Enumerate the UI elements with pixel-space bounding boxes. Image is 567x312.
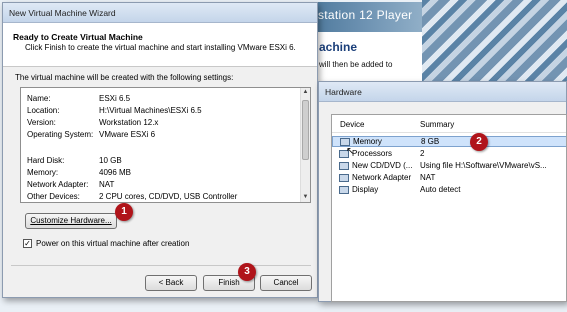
hardware-row-processors[interactable]: Processors 2 — [332, 149, 566, 160]
device-summary: NAT — [420, 173, 436, 182]
device-name: Network Adapter — [352, 173, 412, 182]
background-heading: achine — [319, 40, 358, 54]
setting-value: 4096 MB — [99, 168, 132, 177]
setting-value: ESXi 6.5 — [99, 94, 131, 103]
cd-dvd-icon — [339, 162, 349, 170]
device-summary: 8 GB — [421, 137, 440, 146]
hardware-row-cd-dvd[interactable]: New CD/DVD (... Using file H:\Software\V… — [332, 161, 566, 172]
device-summary: 2 — [420, 149, 425, 158]
wizard-page-subtitle: Click Finish to create the virtual machi… — [25, 43, 296, 52]
step-marker-1: 1 — [115, 203, 133, 221]
hardware-row-memory[interactable]: Memory 8 GB — [332, 136, 566, 147]
memory-icon — [340, 138, 350, 146]
back-button[interactable]: < Back — [145, 275, 197, 291]
power-on-checkbox[interactable]: ✓ — [23, 239, 32, 249]
device-name: Display — [352, 185, 379, 194]
display-icon — [339, 186, 349, 194]
step-marker-3: 3 — [238, 263, 256, 281]
scroll-down-arrow-icon[interactable]: ▼ — [301, 193, 310, 202]
setting-value: 10 GB — [99, 156, 122, 165]
setting-key: Name: — [27, 94, 51, 103]
setting-key: Hard Disk: — [27, 156, 65, 165]
hardware-list-header: Device Summary — [332, 115, 566, 133]
settings-intro-text: The virtual machine will be created with… — [15, 73, 234, 82]
setting-value: H:\Virtual Machines\ESXi 6.5 — [99, 106, 202, 115]
setting-value: NAT — [99, 180, 115, 189]
hardware-row-display[interactable]: Display Auto detect — [332, 185, 566, 196]
column-header-summary[interactable]: Summary — [420, 120, 454, 129]
background-image — [422, 0, 567, 85]
wizard-page-title: Ready to Create Virtual Machine — [13, 32, 143, 42]
scrollbar-thumb[interactable] — [302, 100, 309, 160]
setting-key: Version: — [27, 118, 56, 127]
setting-value: Workstation 12.x — [99, 118, 159, 127]
setting-key: Network Adapter: — [27, 180, 89, 189]
device-summary: Auto detect — [420, 185, 461, 194]
hardware-window: Hardware Device Summary Memory 8 GB Proc… — [318, 81, 567, 302]
setting-value: VMware ESXi 6 — [99, 130, 156, 139]
customize-hardware-button[interactable]: Customize Hardware... — [25, 213, 117, 229]
setting-key: Memory: — [27, 168, 59, 177]
background-text: will then be added to — [319, 60, 393, 69]
setting-key: Other Devices: — [27, 192, 80, 201]
setting-value: 2 CPU cores, CD/DVD, USB Controller — [99, 192, 238, 201]
settings-summary-box[interactable]: Name: ESXi 6.5 Location: H:\Virtual Machin… — [20, 87, 311, 203]
hardware-row-network-adapter[interactable]: Network Adapter NAT — [332, 173, 566, 184]
wizard-footer-divider — [11, 265, 311, 266]
cancel-button[interactable]: Cancel — [260, 275, 312, 291]
scroll-up-arrow-icon[interactable]: ▲ — [301, 88, 310, 97]
mouse-cursor-icon: ↖ — [346, 146, 355, 157]
wizard-titlebar[interactable]: New Virtual Machine Wizard — [3, 3, 317, 23]
new-vm-wizard-window: New Virtual Machine Wizard Ready to Crea… — [2, 2, 318, 298]
setting-key: Operating System: — [27, 130, 94, 139]
customize-hardware-label: Customize Hardware... — [30, 216, 112, 225]
settings-scrollbar[interactable]: ▲ ▼ — [300, 88, 310, 202]
device-name: Memory — [353, 137, 382, 146]
network-icon — [339, 174, 349, 182]
hardware-titlebar[interactable]: Hardware — [319, 82, 566, 102]
device-summary: Using file H:\Software\VMware\vS... — [420, 161, 547, 170]
step-marker-2: 2 — [470, 133, 488, 151]
power-on-checkbox-row[interactable]: ✓ Power on this virtual machine after cre… — [23, 239, 189, 249]
setting-key: Location: — [27, 106, 60, 115]
device-name: Processors — [352, 149, 393, 158]
device-name: New CD/DVD (... — [352, 161, 413, 170]
power-on-label[interactable]: Power on this virtual machine after crea… — [36, 239, 189, 248]
wizard-header: Ready to Create Virtual Machine Click Fi… — [3, 23, 317, 67]
column-header-device[interactable]: Device — [340, 120, 364, 129]
hardware-device-list[interactable]: Device Summary Memory 8 GB Processors 2 … — [331, 114, 567, 302]
